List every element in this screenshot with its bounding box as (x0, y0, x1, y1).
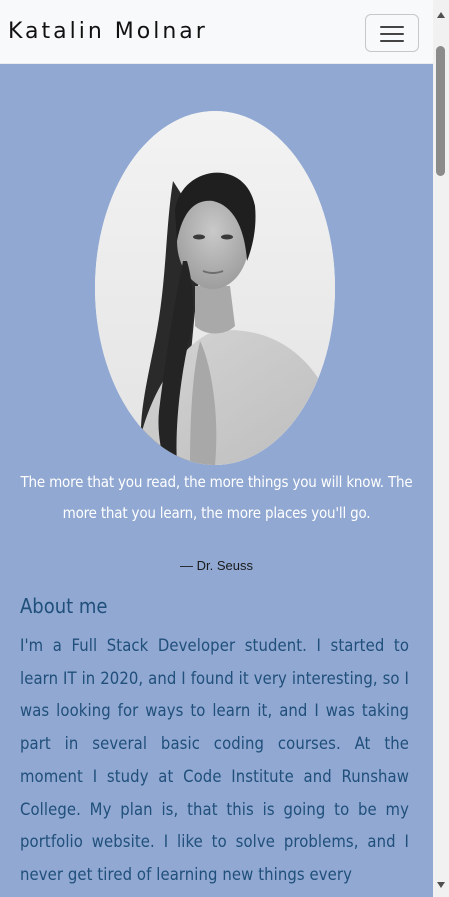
quote-block: The more that you read, the more things … (14, 467, 419, 529)
about-heading: About me (20, 594, 108, 618)
quote-attribution: — Dr. Seuss (180, 558, 253, 573)
brand-name[interactable]: Katalin Molnar (8, 19, 208, 44)
scroll-down-arrow-icon[interactable] (437, 882, 445, 888)
hamburger-menu-icon-line (380, 33, 404, 35)
profile-photo (95, 111, 335, 465)
hamburger-menu-icon-line (380, 40, 404, 42)
scroll-thumb[interactable] (436, 46, 445, 176)
vertical-scrollbar[interactable] (433, 0, 449, 897)
hamburger-menu-icon (380, 26, 404, 28)
navbar: Katalin Molnar (0, 0, 433, 64)
scroll-up-arrow-icon[interactable] (437, 12, 445, 18)
quote-text: The more that you read, the more things … (20, 473, 413, 522)
main-content: The more that you read, the more things … (0, 64, 433, 897)
about-text: I'm a Full Stack Developer student. I st… (20, 636, 409, 884)
menu-toggle-button[interactable] (365, 14, 419, 52)
